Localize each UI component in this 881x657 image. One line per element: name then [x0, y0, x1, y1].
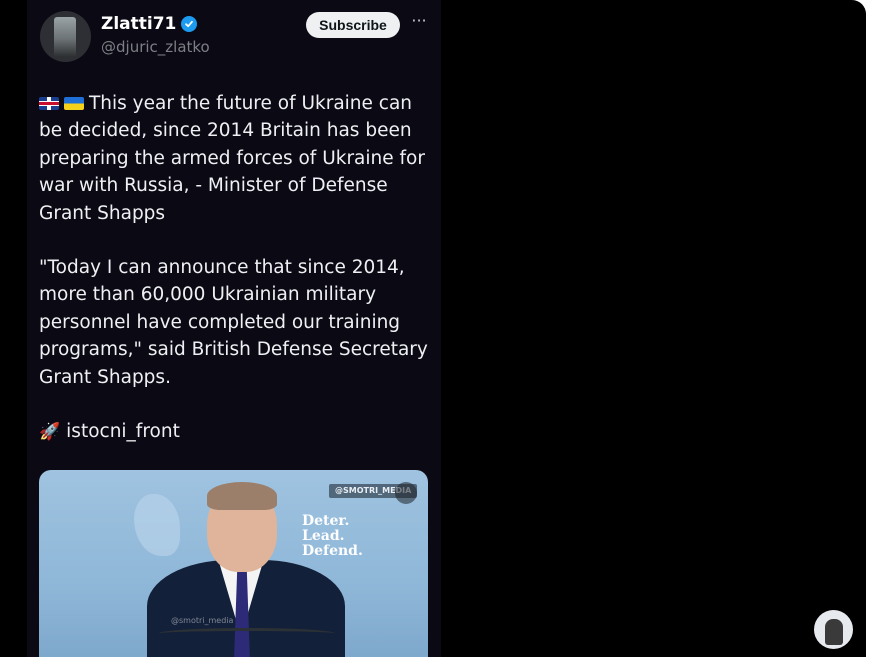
post-text-paragraph-2: "Today I can announce that since 2014, m… [39, 257, 428, 388]
rocket-icon: 🚀 [39, 422, 61, 442]
more-options-icon[interactable]: ··· [409, 13, 429, 31]
author-name-row[interactable]: Zlatti71 [101, 13, 198, 35]
verified-icon [181, 16, 198, 32]
author-name[interactable]: Zlatti71 [101, 14, 176, 34]
post-source: 🚀 istocni_front [39, 418, 435, 446]
post-card[interactable]: Zlatti71 @djuric_zlatko Subscribe ··· Th… [27, 0, 441, 657]
slogan-line-3: Defend. [302, 543, 363, 559]
microphones [159, 628, 335, 639]
overlay-watermark: @smotri_media [171, 616, 234, 625]
source-text: istocni_front [66, 421, 180, 442]
backdrop-slogan: Deter. Lead. Defend. [302, 514, 363, 559]
paragraph-1-text: This year the future of Ukraine can be d… [39, 93, 425, 224]
subscribe-button[interactable]: Subscribe [306, 12, 400, 38]
slogan-line-2: Lead. [302, 528, 345, 544]
post-media-image[interactable]: @SMOTRI_MEDIA Deter. Lead. Defend. @smot… [39, 470, 428, 657]
media-expand-icon[interactable] [395, 482, 417, 504]
post-text-paragraph-1: This year the future of Ukraine can be d… [39, 90, 435, 227]
ukraine-flag-icon [64, 97, 84, 110]
author-handle[interactable]: @djuric_zlatko [101, 38, 210, 56]
channel-avatar-figure [825, 619, 843, 645]
author-avatar[interactable] [40, 11, 91, 62]
speaker-hair [207, 482, 277, 510]
slogan-line-1: Deter. [302, 513, 350, 529]
avatar-image [54, 17, 76, 57]
channel-avatar[interactable] [814, 610, 853, 649]
uk-flag-icon [39, 97, 59, 110]
video-frame: Zlatti71 @djuric_zlatko Subscribe ··· Th… [0, 0, 866, 657]
uk-map-graphic [134, 494, 180, 556]
